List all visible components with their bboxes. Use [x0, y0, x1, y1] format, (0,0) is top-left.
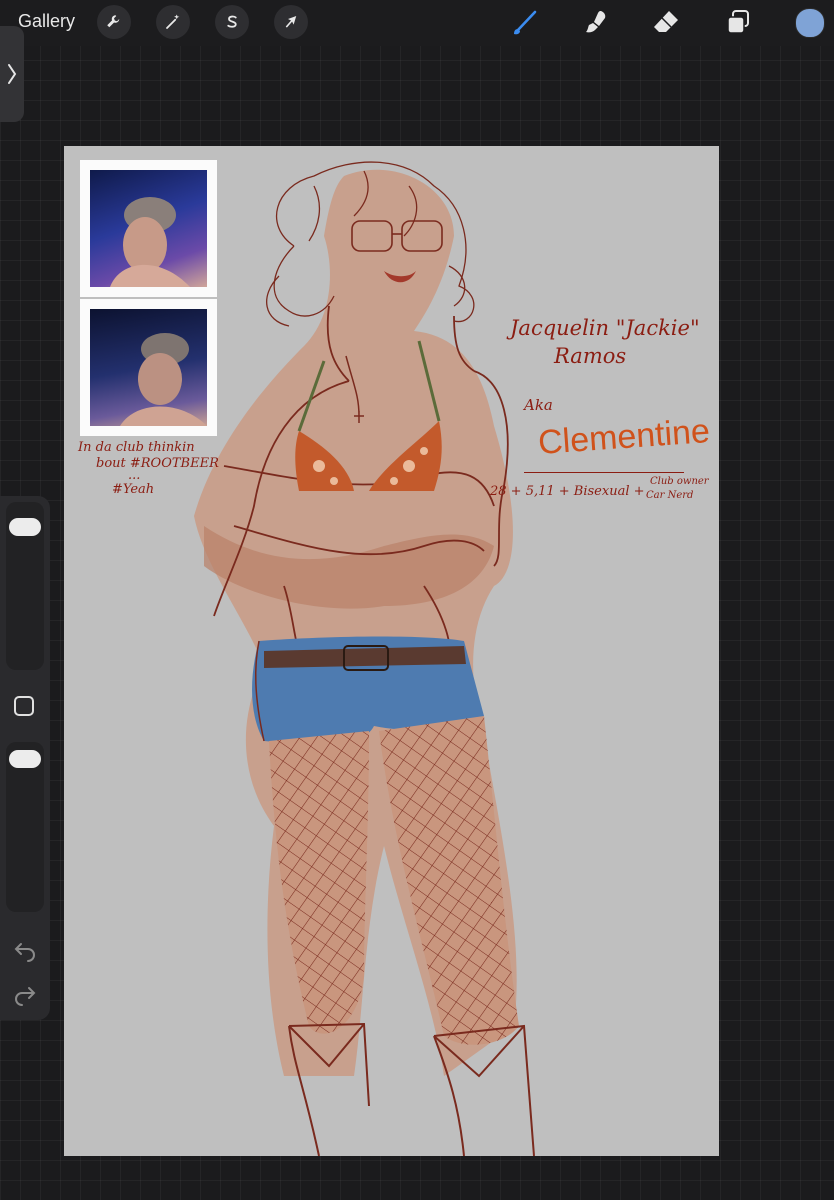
brush-size-slider[interactable] — [6, 502, 44, 670]
opacity-slider[interactable] — [6, 742, 44, 912]
undo-icon — [14, 943, 35, 962]
brush-icon — [514, 10, 537, 35]
transform-button[interactable] — [274, 5, 308, 39]
opacity-thumb[interactable] — [9, 750, 41, 768]
photo-caption-line3: #Yeah — [112, 482, 155, 497]
top-toolbar: Gallery — [0, 0, 834, 46]
wrench-icon — [107, 15, 120, 28]
drawing-canvas[interactable]: In da club thinkin bout #ROOTBEER ... #Y… — [64, 146, 719, 1156]
character-facts-extra-1: Club owner — [650, 476, 709, 487]
redo-button[interactable] — [13, 982, 37, 1006]
photo-caption-line1: In da club thinkin — [78, 440, 195, 455]
aka-label: Aka — [524, 396, 553, 414]
magic-wand-icon — [166, 14, 180, 29]
redo-icon — [15, 987, 36, 1006]
photo-caption-line2: bout #ROOTBEER — [96, 456, 219, 471]
arrow-cursor-icon — [285, 16, 297, 28]
reference-photo-2 — [80, 299, 217, 436]
smudge-icon — [586, 11, 606, 33]
brush-tool[interactable] — [509, 6, 541, 38]
color-picker-button[interactable] — [795, 8, 825, 38]
character-name-line2: Ramos — [554, 344, 627, 368]
selection-s-icon — [227, 15, 237, 28]
brush-sidebar — [0, 496, 50, 1020]
actions-button[interactable] — [97, 5, 131, 39]
reference-photo-1 — [80, 160, 217, 297]
layers-button[interactable] — [722, 6, 754, 38]
modify-button[interactable] — [14, 696, 34, 716]
character-illustration — [194, 161, 535, 1156]
eraser-icon — [654, 11, 678, 32]
eraser-tool[interactable] — [650, 6, 682, 38]
adjustments-button[interactable] — [156, 5, 190, 39]
layers-icon — [727, 10, 749, 34]
selection-button[interactable] — [215, 5, 249, 39]
gallery-button[interactable]: Gallery — [18, 11, 75, 32]
smudge-tool[interactable] — [580, 6, 612, 38]
undo-button[interactable] — [13, 938, 37, 962]
photo-caption-dots: ... — [128, 468, 141, 483]
sidebar-toggle[interactable] — [0, 26, 24, 122]
character-name-line1: Jacquelin "Jackie" — [510, 316, 700, 340]
brush-size-thumb[interactable] — [9, 518, 41, 536]
character-facts: 28 + 5,11 + Bisexual + — [490, 484, 645, 499]
chevron-right-icon — [8, 64, 17, 84]
divider-line — [524, 472, 684, 473]
character-facts-extra-2: Car Nerd — [646, 490, 694, 501]
